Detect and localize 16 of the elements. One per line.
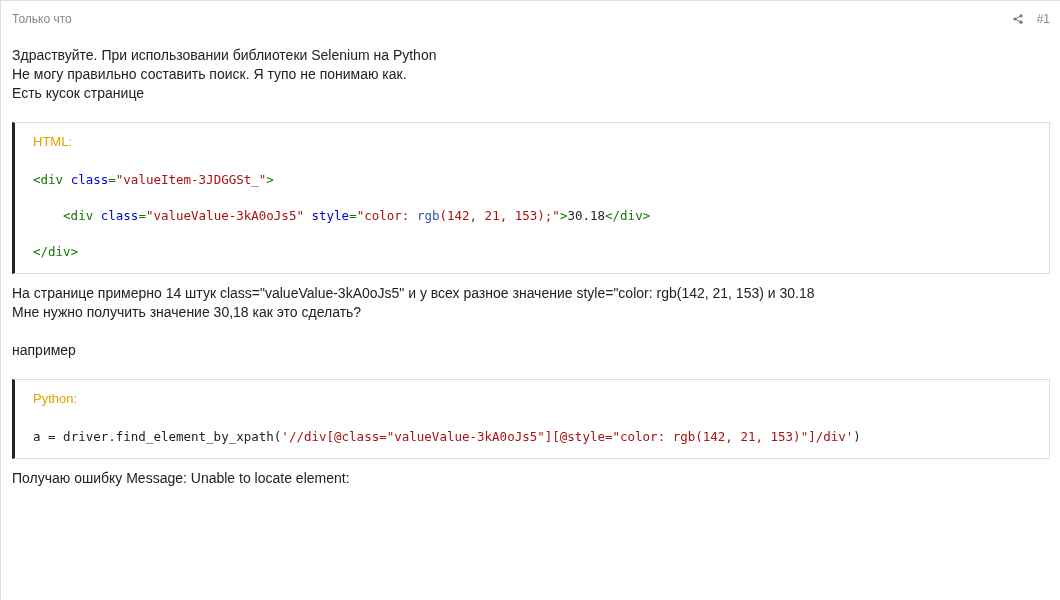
code-line: <div class="valueValue-3kA0oJs5" style="color: rgb(142, 21, 153);">30.18</div> <box>62 207 652 225</box>
code-language-label: HTML: <box>33 133 73 151</box>
post-time: Только что <box>12 12 72 26</box>
share-icon[interactable] <box>1012 14 1023 24</box>
code-line: a = driver.find_element_by_xpath('//div[@class="valueValue-3kA0oJs5"][@style="color: rgb(142, 21, 153)"]/div') <box>33 428 862 446</box>
text-line: Мне нужно получить значение 30,18 как это сделать? <box>12 303 363 322</box>
code-language-label: Python: <box>33 390 79 408</box>
code-line: </div> <box>33 243 80 261</box>
text-line: На странице примерно 14 штук class="valueValue-3kA0oJs5" и у всех разное значение style="color: rgb(142, 21, 153) и 30.18 <box>12 284 816 303</box>
text-line: например <box>12 341 77 360</box>
code-line: <div class="valueItem-3JDGGSt_"> <box>33 171 275 189</box>
text-line: Здраствуйте. При использовании библиотеки Selenium на Python <box>12 46 438 65</box>
text-line: Не могу правильно составить поиск. Я тупо не понимаю как. <box>12 65 408 84</box>
post-number[interactable]: #1 <box>1036 12 1050 26</box>
text-line: Получаю ошибку Message: Unable to locate element: <box>12 469 351 488</box>
text-line: Есть кусок странице <box>12 84 146 103</box>
